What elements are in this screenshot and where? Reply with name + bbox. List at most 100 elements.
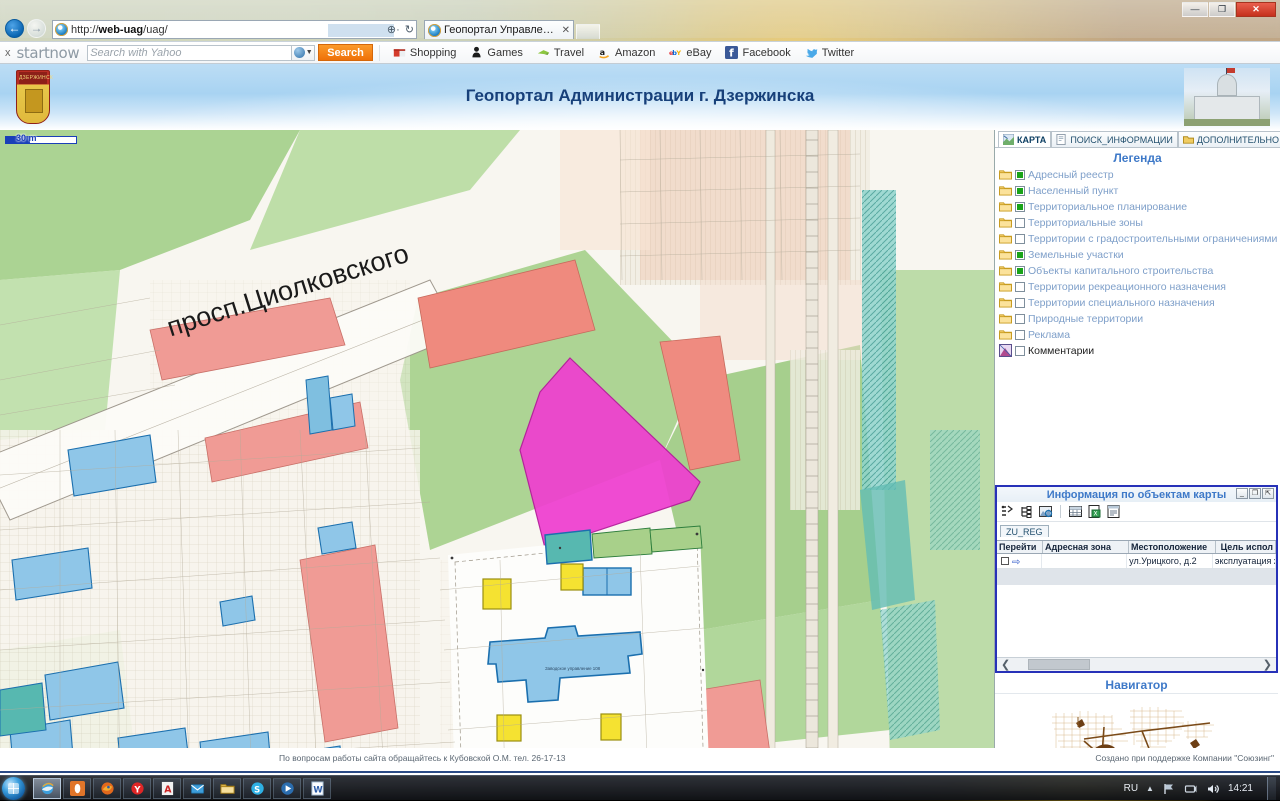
export-excel-icon[interactable]: X: [1087, 504, 1102, 519]
media-player-icon: [280, 781, 294, 795]
legend-item-advertising[interactable]: Реклама: [999, 327, 1280, 343]
row-checkbox[interactable]: [1001, 557, 1009, 565]
new-tab-button[interactable]: [576, 24, 600, 39]
table-grid-icon[interactable]: [1068, 504, 1083, 519]
refresh-icon[interactable]: ↻: [405, 23, 414, 36]
info-popout-button[interactable]: ⇱: [1262, 488, 1274, 499]
export-report-icon[interactable]: [1106, 504, 1121, 519]
taskbar-item-media-player[interactable]: [273, 777, 301, 799]
taskbar-item-mail-client[interactable]: [183, 777, 211, 799]
tree-view-icon[interactable]: [1019, 504, 1034, 519]
minimize-button[interactable]: —: [1182, 2, 1208, 17]
network-flag-icon[interactable]: [1162, 782, 1176, 796]
legend-checkbox[interactable]: [1015, 282, 1025, 292]
tab-map[interactable]: КАРТА: [998, 131, 1052, 147]
info-grid-hscrollbar[interactable]: ❮ ❯: [997, 657, 1276, 671]
taskbar-clock[interactable]: 14:21: [1228, 783, 1253, 794]
forward-arrow-icon[interactable]: →: [27, 19, 46, 38]
taskbar-item-skype[interactable]: S: [243, 777, 271, 799]
taskbar-item-firefox[interactable]: [93, 777, 121, 799]
toolbar-item-ebay[interactable]: e b Y eBay: [662, 46, 718, 59]
legend-checkbox[interactable]: [1015, 330, 1025, 340]
search-button[interactable]: Search: [318, 44, 373, 61]
skype-icon: S: [250, 781, 264, 795]
network-icon[interactable]: [1184, 782, 1198, 796]
legend-checkbox[interactable]: [1015, 218, 1025, 228]
svg-text:Y: Y: [133, 784, 141, 794]
taskbar-item-opera[interactable]: [63, 777, 91, 799]
taskbar-item-word-document[interactable]: W: [303, 777, 331, 799]
legend-checkbox[interactable]: [1015, 314, 1025, 324]
search-input[interactable]: Search with Yahoo: [87, 44, 293, 61]
column-header-location[interactable]: Местоположение: [1129, 541, 1216, 553]
toolbar-item-facebook[interactable]: f Facebook: [718, 46, 797, 59]
legend-item-territorial-planning[interactable]: Территориальное планирование: [999, 199, 1280, 215]
legend-checkbox[interactable]: [1015, 202, 1025, 212]
info-minimize-button[interactable]: _: [1236, 488, 1248, 499]
map-viewport[interactable]: Заводское управление 108 30 m просп.Циол…: [0, 130, 995, 775]
maximize-button[interactable]: ❐: [1209, 2, 1235, 17]
tab-close-icon[interactable]: ✕: [562, 25, 570, 36]
legend-item-restricted-territories[interactable]: Территории с градостроительными ограниче…: [999, 231, 1280, 247]
scroll-left-icon[interactable]: ❮: [997, 658, 1014, 671]
toolbar-item-twitter[interactable]: Twitter: [798, 46, 861, 59]
search-provider-icon: [293, 47, 305, 58]
start-orb-icon[interactable]: [2, 776, 25, 800]
legend-checkbox[interactable]: [1015, 186, 1025, 196]
search-icon[interactable]: ⊕·: [387, 23, 400, 36]
volume-icon[interactable]: [1206, 782, 1220, 796]
column-header-address-zone[interactable]: Адресная зона: [1043, 541, 1129, 553]
scale-bar-label: 30 m: [16, 133, 37, 143]
row-goto-cell[interactable]: ⇨: [997, 554, 1043, 568]
taskbar-item-explorer-folder[interactable]: [213, 777, 241, 799]
address-bar[interactable]: http://web-uag/uag/ ⊕· ↻: [52, 20, 417, 39]
map-object-info-window: Информация по объектам карты _ ❐ ⇱ X ZU_…: [995, 485, 1278, 673]
legend-item-natural-territories[interactable]: Природные территории: [999, 311, 1280, 327]
toolbar-item-label: Twitter: [821, 46, 855, 59]
legend-checkbox[interactable]: [1015, 234, 1025, 244]
goto-arrow-icon[interactable]: ⇨: [1012, 557, 1020, 568]
legend-checkbox[interactable]: [1015, 170, 1025, 180]
legend-item-recreational[interactable]: Территории рекреационного назначения: [999, 279, 1280, 295]
map-canvas[interactable]: Заводское управление 108: [0, 130, 994, 775]
legend-checkbox[interactable]: [1015, 266, 1025, 276]
sheet-tab-zu-reg[interactable]: ZU_REG: [1000, 525, 1049, 537]
close-button[interactable]: ✕: [1236, 2, 1276, 17]
toolbar-close-icon[interactable]: x: [5, 47, 11, 59]
taskbar-item-internet-explorer[interactable]: [33, 777, 61, 799]
taskbar-item-acrobat-reader[interactable]: A: [153, 777, 181, 799]
scrollbar-thumb[interactable]: [1028, 659, 1091, 670]
language-indicator[interactable]: RU: [1124, 783, 1138, 794]
browser-tab-geoportal[interactable]: Геопортал Управления ар... ✕: [424, 20, 574, 39]
legend-item-capital-construction[interactable]: Объекты капитального строительства: [999, 263, 1280, 279]
legend-checkbox[interactable]: [1015, 250, 1025, 260]
legend-item-label: Реклама: [1028, 329, 1071, 341]
taskbar-item-yandex-browser[interactable]: Y: [123, 777, 151, 799]
tab-search-info[interactable]: ПОИСК_ИНФОРМАЦИИ: [1051, 131, 1178, 147]
chevron-down-icon: ▼: [305, 49, 313, 56]
column-header-purpose[interactable]: Цель испол: [1216, 541, 1276, 553]
toolbar-item-amazon[interactable]: a Amazon: [591, 46, 662, 59]
scroll-right-icon[interactable]: ❯: [1259, 658, 1276, 671]
column-header-goto[interactable]: Перейти: [997, 541, 1043, 553]
show-desktop-button[interactable]: [1267, 777, 1276, 800]
toolbar-item-games[interactable]: Games: [463, 46, 529, 59]
show-hidden-icons-icon[interactable]: ▲: [1146, 784, 1154, 793]
back-arrow-icon[interactable]: ←: [5, 19, 24, 38]
legend-item-comments[interactable]: Комментарии: [999, 343, 1280, 359]
toolbar-item-shopping[interactable]: Shopping: [386, 46, 464, 59]
legend-checkbox[interactable]: [1015, 298, 1025, 308]
info-restore-button[interactable]: ❐: [1249, 488, 1261, 499]
table-row[interactable]: ⇨ ул.Урицкого, д.2 эксплуатация ж/дома: [997, 554, 1276, 569]
tab-extra[interactable]: ДОПОЛНИТЕЛЬНО: [1177, 131, 1280, 147]
legend-item-settlement[interactable]: Населенный пункт: [999, 183, 1280, 199]
legend-item-territorial-zones[interactable]: Территориальные зоны: [999, 215, 1280, 231]
legend-checkbox[interactable]: [1015, 346, 1025, 356]
legend-item-address-registry[interactable]: Адресный реестр: [999, 167, 1280, 183]
zoom-to-object-icon[interactable]: [1038, 504, 1053, 519]
toolbar-item-travel[interactable]: Travel: [530, 46, 591, 59]
legend-item-special-purpose[interactable]: Территории специального назначения: [999, 295, 1280, 311]
search-provider-dropdown[interactable]: ▼: [291, 44, 316, 61]
select-related-icon[interactable]: [1000, 504, 1015, 519]
legend-item-land-parcels[interactable]: Земельные участки: [999, 247, 1280, 263]
